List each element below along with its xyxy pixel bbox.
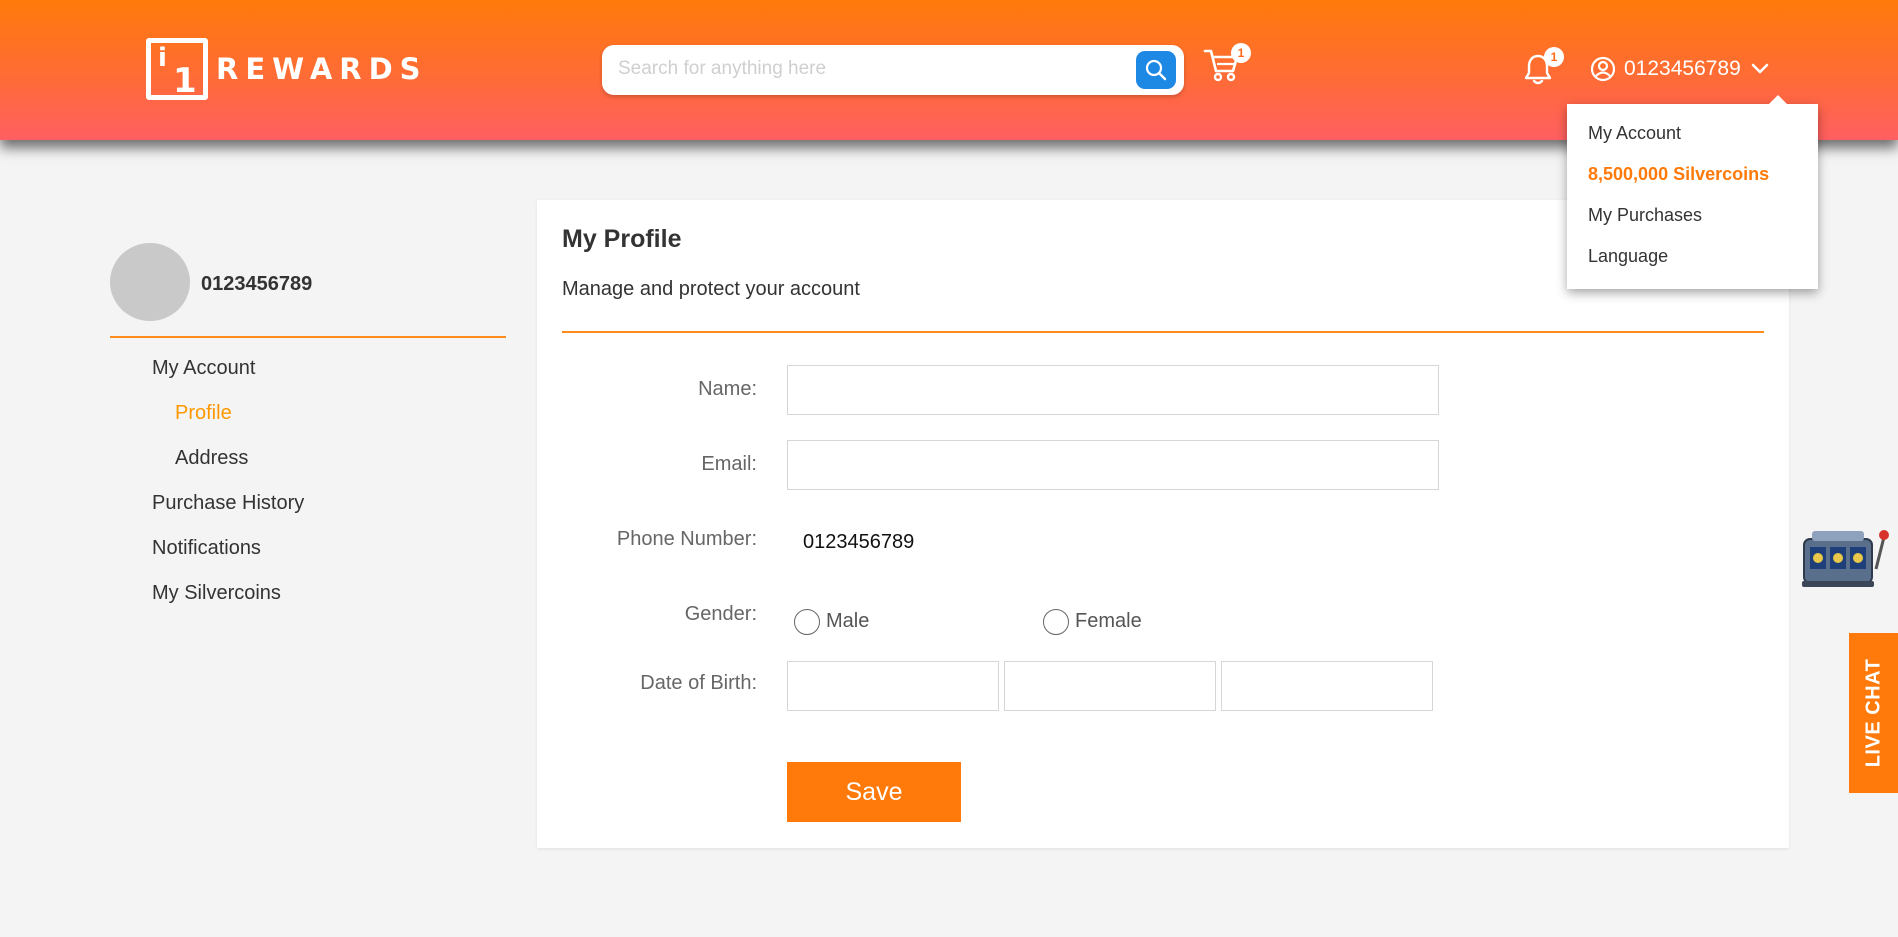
rewards-logo[interactable]: i 1 REWARDS [146,38,428,101]
dropdown-item-my-account[interactable]: My Account [1588,123,1681,144]
dob-month-field[interactable] [1004,661,1216,711]
dob-year-field[interactable] [1221,661,1433,711]
email-field[interactable] [787,440,1439,490]
dropdown-item-language[interactable]: Language [1588,246,1668,267]
sidebar-username: 0123456789 [201,273,313,295]
dob-label: Date of Birth: [640,672,757,694]
notification-count-badge: 1 [1544,47,1564,67]
gender-female-radio[interactable] [1043,609,1069,635]
slot-machine-icon [1802,530,1889,587]
gender-label: Gender: [684,603,757,625]
sidebar-item-notifications[interactable]: Notifications [152,537,261,560]
dropdown-item-silvercoins[interactable]: 8,500,000 Silvercoins [1588,164,1769,185]
cart-count-badge: 1 [1231,43,1251,63]
email-label: Email: [701,453,757,475]
live-chat-label: LIVE CHAT [1862,658,1884,768]
header-username: 0123456789 [1624,57,1741,80]
page-title: My Profile [562,225,682,253]
gender-male-label: Male [826,610,870,632]
live-chat-button[interactable]: LIVE CHAT [1849,633,1898,793]
gender-male-radio[interactable] [794,609,820,635]
page-subtitle: Manage and protect your account [562,278,860,300]
name-label: Name: [698,378,757,400]
profile-card: My Profile Manage and protect your accou… [537,200,1789,848]
slot-machine-widget[interactable] [1800,525,1892,591]
sidebar-item-profile[interactable]: Profile [175,402,232,425]
save-button[interactable]: Save [787,762,961,822]
notifications-button[interactable]: 1 [1522,47,1564,86]
gender-female-label: Female [1075,610,1142,632]
name-field[interactable] [787,365,1439,415]
card-divider [562,331,1764,333]
search-bar [602,45,1184,95]
user-dropdown-menu: My Account 8,500,000 Silvercoins My Purc… [1567,95,1818,289]
logo-mark: i 1 [146,38,208,101]
phone-value: 0123456789 [803,531,915,553]
dropdown-item-my-purchases[interactable]: My Purchases [1588,205,1702,226]
sidebar-divider [110,336,506,338]
user-menu-toggle[interactable]: 0123456789 [1590,56,1769,82]
avatar [110,243,190,321]
sidebar-item-my-account[interactable]: My Account [152,357,255,380]
cart-button[interactable]: 1 [1203,43,1251,86]
user-circle-icon [1590,56,1616,82]
search-button[interactable] [1136,51,1176,89]
sidebar-item-address[interactable]: Address [175,447,248,470]
dob-day-field[interactable] [787,661,999,711]
search-icon [1145,59,1167,81]
logo-text: REWARDS [216,52,428,86]
phone-label: Phone Number: [616,528,757,550]
sidebar-item-purchase-history[interactable]: Purchase History [152,492,304,515]
sidebar-item-my-silvercoins[interactable]: My Silvercoins [152,582,281,605]
search-input[interactable] [618,58,1098,80]
chevron-down-icon [1751,63,1769,74]
